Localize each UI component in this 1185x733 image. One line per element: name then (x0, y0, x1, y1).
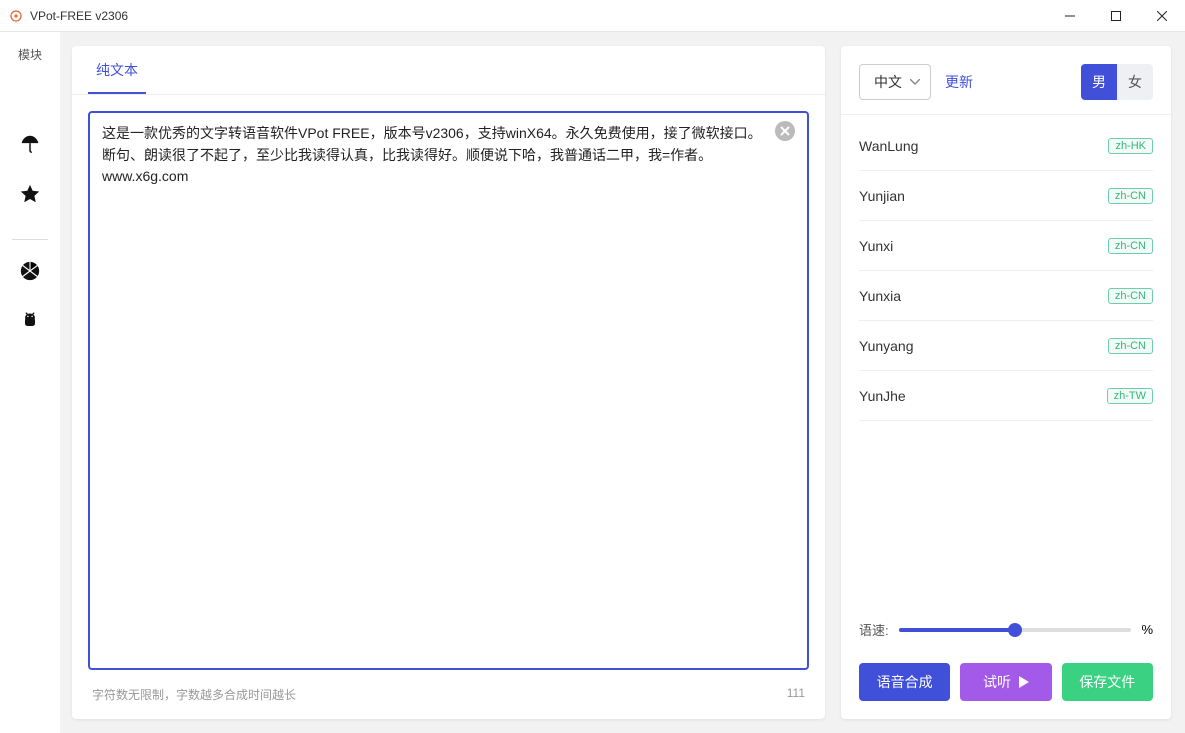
gender-toggle: 男 女 (1081, 64, 1153, 100)
voice-list: WanLung zh-HK Yunjian zh-CN Yunxi zh-CN (841, 115, 1171, 606)
language-select[interactable]: 中文 (859, 64, 931, 100)
voice-item[interactable]: Yunxia zh-CN (859, 271, 1153, 321)
synthesize-button[interactable]: 语音合成 (859, 663, 950, 701)
gender-female-button[interactable]: 女 (1117, 64, 1153, 100)
window-title: VPot-FREE v2306 (30, 9, 128, 23)
voice-locale-badge: zh-TW (1107, 388, 1153, 404)
voice-name: Yunxi (859, 238, 893, 254)
play-icon (1019, 676, 1029, 688)
voice-name: YunJhe (859, 388, 906, 404)
voice-locale-badge: zh-CN (1108, 338, 1153, 354)
tabs: 纯文本 (72, 46, 825, 95)
umbrella-icon[interactable] (17, 131, 43, 157)
voice-panel: 中文 更新 男 女 WanLung (841, 46, 1171, 719)
clear-text-button[interactable] (775, 121, 795, 141)
preview-button[interactable]: 试听 (960, 663, 1051, 701)
voice-name: Yunjian (859, 188, 905, 204)
text-input[interactable] (88, 111, 809, 670)
update-link[interactable]: 更新 (945, 72, 973, 92)
speed-label: 语速: (859, 620, 889, 639)
voice-name: Yunyang (859, 338, 914, 354)
voice-item[interactable]: Yunjian zh-CN (859, 171, 1153, 221)
app-icon (8, 8, 24, 24)
star-icon[interactable] (17, 181, 43, 207)
text-panel: 纯文本 字符数无限制，字数越多合成时间越长 111 (72, 46, 825, 719)
voice-item[interactable]: Yunyang zh-CN (859, 321, 1153, 371)
maximize-button[interactable] (1093, 0, 1139, 32)
aperture-icon[interactable] (17, 258, 43, 284)
text-footer: 字符数无限制，字数越多合成时间越长 111 (72, 686, 825, 719)
action-row: 语音合成 试听 保存文件 (841, 653, 1171, 719)
voice-locale-badge: zh-CN (1108, 188, 1153, 204)
module-label: 模块 (18, 46, 42, 63)
save-file-button[interactable]: 保存文件 (1062, 663, 1153, 701)
voice-item[interactable]: YunJhe zh-TW (859, 371, 1153, 421)
sidebar-divider (12, 239, 48, 240)
voice-locale-badge: zh-CN (1108, 238, 1153, 254)
speed-slider[interactable] (899, 621, 1132, 639)
tab-plaintext[interactable]: 纯文本 (88, 46, 146, 94)
language-select-label: 中文 (874, 72, 902, 92)
main-area: 纯文本 字符数无限制，字数越多合成时间越长 111 (60, 32, 1185, 733)
app-window: VPot-FREE v2306 模块 (0, 0, 1185, 733)
minimize-button[interactable] (1047, 0, 1093, 32)
char-limit-hint: 字符数无限制，字数越多合成时间越长 (92, 686, 296, 703)
gender-male-button[interactable]: 男 (1081, 64, 1117, 100)
voice-name: WanLung (859, 138, 918, 154)
voice-item[interactable]: Yunxi zh-CN (859, 221, 1153, 271)
close-button[interactable] (1139, 0, 1185, 32)
titlebar: VPot-FREE v2306 (0, 0, 1185, 32)
android-icon[interactable] (17, 308, 43, 334)
speed-unit: % (1141, 622, 1153, 637)
char-count: 111 (787, 686, 805, 703)
speed-row: 语速: % (841, 606, 1171, 653)
chevron-down-icon (910, 79, 920, 85)
voice-name: Yunxia (859, 288, 901, 304)
voice-locale-badge: zh-CN (1108, 288, 1153, 304)
sidebar: 模块 (0, 32, 60, 733)
voice-locale-badge: zh-HK (1108, 138, 1153, 154)
voice-item[interactable]: WanLung zh-HK (859, 121, 1153, 171)
